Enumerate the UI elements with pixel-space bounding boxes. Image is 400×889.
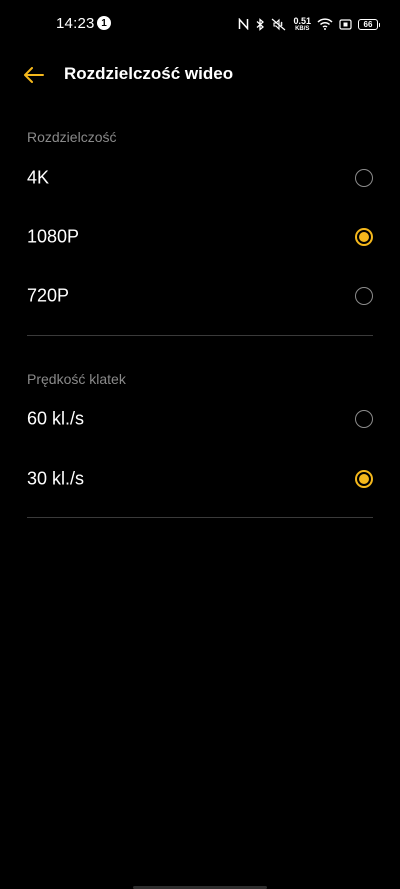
radio-button[interactable] (355, 410, 373, 428)
battery-icon: 66 (358, 18, 380, 30)
section-label-frame-rate: Prędkość klatek (27, 371, 126, 387)
status-icons: 0.51 KB/S 66 (238, 13, 380, 35)
net-speed-value: 0.51 (293, 15, 311, 26)
option-60fps[interactable]: 60 kl./s (0, 391, 400, 447)
option-label: 60 kl./s (27, 408, 85, 429)
option-4k[interactable]: 4K (0, 150, 400, 206)
divider (27, 335, 373, 336)
wifi-icon (317, 18, 333, 30)
screen: 14:23 1 0.51 KB/S 66 Rozdzielczość wideo… (0, 0, 400, 889)
nfc-icon (238, 18, 249, 30)
option-1080p[interactable]: 1080P (0, 209, 400, 265)
option-label: 30 kl./s (27, 468, 85, 489)
option-30fps[interactable]: 30 kl./s (0, 451, 400, 507)
arrow-left-icon (24, 67, 44, 83)
app-header: Rozdzielczość wideo (0, 55, 400, 95)
option-label: 720P (27, 285, 70, 306)
net-speed-unit: KB/S (295, 25, 310, 32)
status-bar: 14:23 1 0.51 KB/S 66 (0, 0, 400, 48)
option-720p[interactable]: 720P (0, 268, 400, 324)
bluetooth-icon (255, 17, 265, 31)
option-label: 1080P (27, 226, 80, 247)
screen-record-icon (339, 18, 352, 30)
divider (27, 517, 373, 518)
status-time: 14:23 (56, 15, 95, 32)
page-title: Rozdzielczość wideo (64, 64, 234, 83)
radio-button-selected[interactable] (355, 228, 373, 246)
back-button[interactable] (22, 63, 46, 87)
notification-badge: 1 (97, 16, 111, 30)
net-speed: 0.51 KB/S (293, 15, 311, 32)
radio-button[interactable] (355, 287, 373, 305)
option-label: 4K (27, 167, 50, 188)
section-label-resolution: Rozdzielczość (27, 129, 117, 145)
vibrate-mute-icon (271, 18, 287, 31)
radio-button[interactable] (355, 169, 373, 187)
radio-button-selected[interactable] (355, 470, 373, 488)
